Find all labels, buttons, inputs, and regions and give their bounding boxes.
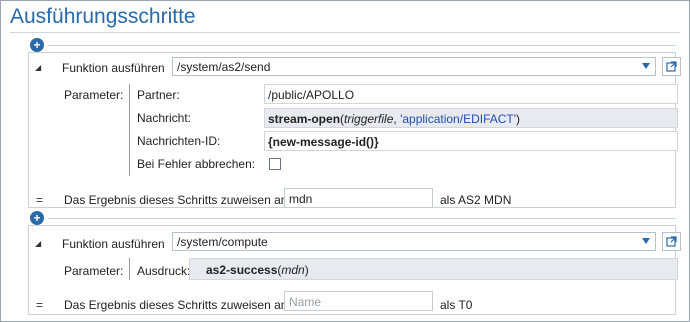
execution-steps-panel: Ausführungsschritte + ◢ Funktion ausführ… xyxy=(0,0,690,322)
expr-function: stream-open xyxy=(268,112,341,126)
add-step-button[interactable]: + xyxy=(30,38,44,52)
result-variable-input[interactable]: Name xyxy=(284,291,433,311)
expr-arg-1: triggerfile xyxy=(344,112,394,126)
partner-value: /public/APOLLO xyxy=(268,88,355,102)
result-label: Das Ergebnis dieses Schritts zuweisen an xyxy=(64,298,288,312)
expr-paren-close: ) xyxy=(516,112,521,126)
open-external-icon xyxy=(666,61,677,72)
result-variable-placeholder: Name xyxy=(289,295,322,309)
expression-field[interactable]: as2-success(mdn) xyxy=(189,258,678,280)
result-equals-sign: = xyxy=(36,193,44,207)
function-select-value: /system/compute xyxy=(177,235,268,249)
open-function-button[interactable] xyxy=(662,57,681,76)
page-title: Ausführungsschritte xyxy=(10,5,196,28)
abort-on-error-checkbox[interactable] xyxy=(269,158,281,170)
message-id-field[interactable]: {new-message-id()} xyxy=(264,131,678,151)
function-select-value: /system/as2/send xyxy=(177,60,271,74)
param-label-partner: Partner: xyxy=(137,88,180,102)
expr-function: as2-success xyxy=(206,263,278,277)
result-variable-input[interactable]: mdn xyxy=(284,188,433,208)
message-id-value: {new-message-id()} xyxy=(268,135,379,149)
message-expression-field[interactable]: stream-open(triggerfile, 'application/ED… xyxy=(264,108,678,128)
parameters-label: Parameter: xyxy=(64,88,124,102)
collapse-triangle-icon[interactable]: ◢ xyxy=(35,239,41,248)
param-label-message-id: Nachrichten-ID: xyxy=(137,134,221,148)
open-external-icon xyxy=(666,236,677,247)
open-function-button[interactable] xyxy=(662,232,681,251)
function-label: Funktion ausführen xyxy=(62,237,165,251)
result-label: Das Ergebnis dieses Schritts zuweisen an xyxy=(64,193,288,207)
collapse-triangle-icon[interactable]: ◢ xyxy=(35,63,41,72)
param-label-message: Nachricht: xyxy=(137,111,192,125)
result-equals-sign: = xyxy=(36,298,44,312)
expr-paren-close: ) xyxy=(304,263,309,277)
result-variable-value: mdn xyxy=(289,192,313,206)
chevron-down-icon xyxy=(642,238,650,244)
expression: as2-success(mdn) xyxy=(206,263,309,277)
step-separator xyxy=(48,45,676,46)
partner-field[interactable]: /public/APOLLO xyxy=(264,84,678,104)
message-expression: stream-open(triggerfile, 'application/ED… xyxy=(268,112,520,126)
function-label: Funktion ausführen xyxy=(62,61,165,75)
expr-arg-2: 'application/EDIFACT' xyxy=(400,112,517,126)
param-label-abort-on-error: Bei Fehler abbrechen: xyxy=(137,157,256,171)
function-select[interactable]: /system/compute xyxy=(172,232,656,251)
plus-icon: + xyxy=(33,38,41,52)
chevron-down-icon xyxy=(642,63,650,69)
parameters-bracket xyxy=(129,84,130,176)
plus-icon: + xyxy=(33,211,41,225)
add-step-button[interactable]: + xyxy=(30,211,44,225)
result-suffix: als T0 xyxy=(440,298,473,312)
parameters-label: Parameter: xyxy=(64,264,124,278)
title-divider xyxy=(10,32,680,33)
result-suffix: als AS2 MDN xyxy=(440,193,512,207)
parameters-bracket xyxy=(129,258,130,280)
step-separator xyxy=(48,218,676,219)
expr-arg-1: mdn xyxy=(281,263,305,277)
function-select[interactable]: /system/as2/send xyxy=(172,57,656,76)
param-label-expression: Ausdruck: xyxy=(137,264,191,278)
